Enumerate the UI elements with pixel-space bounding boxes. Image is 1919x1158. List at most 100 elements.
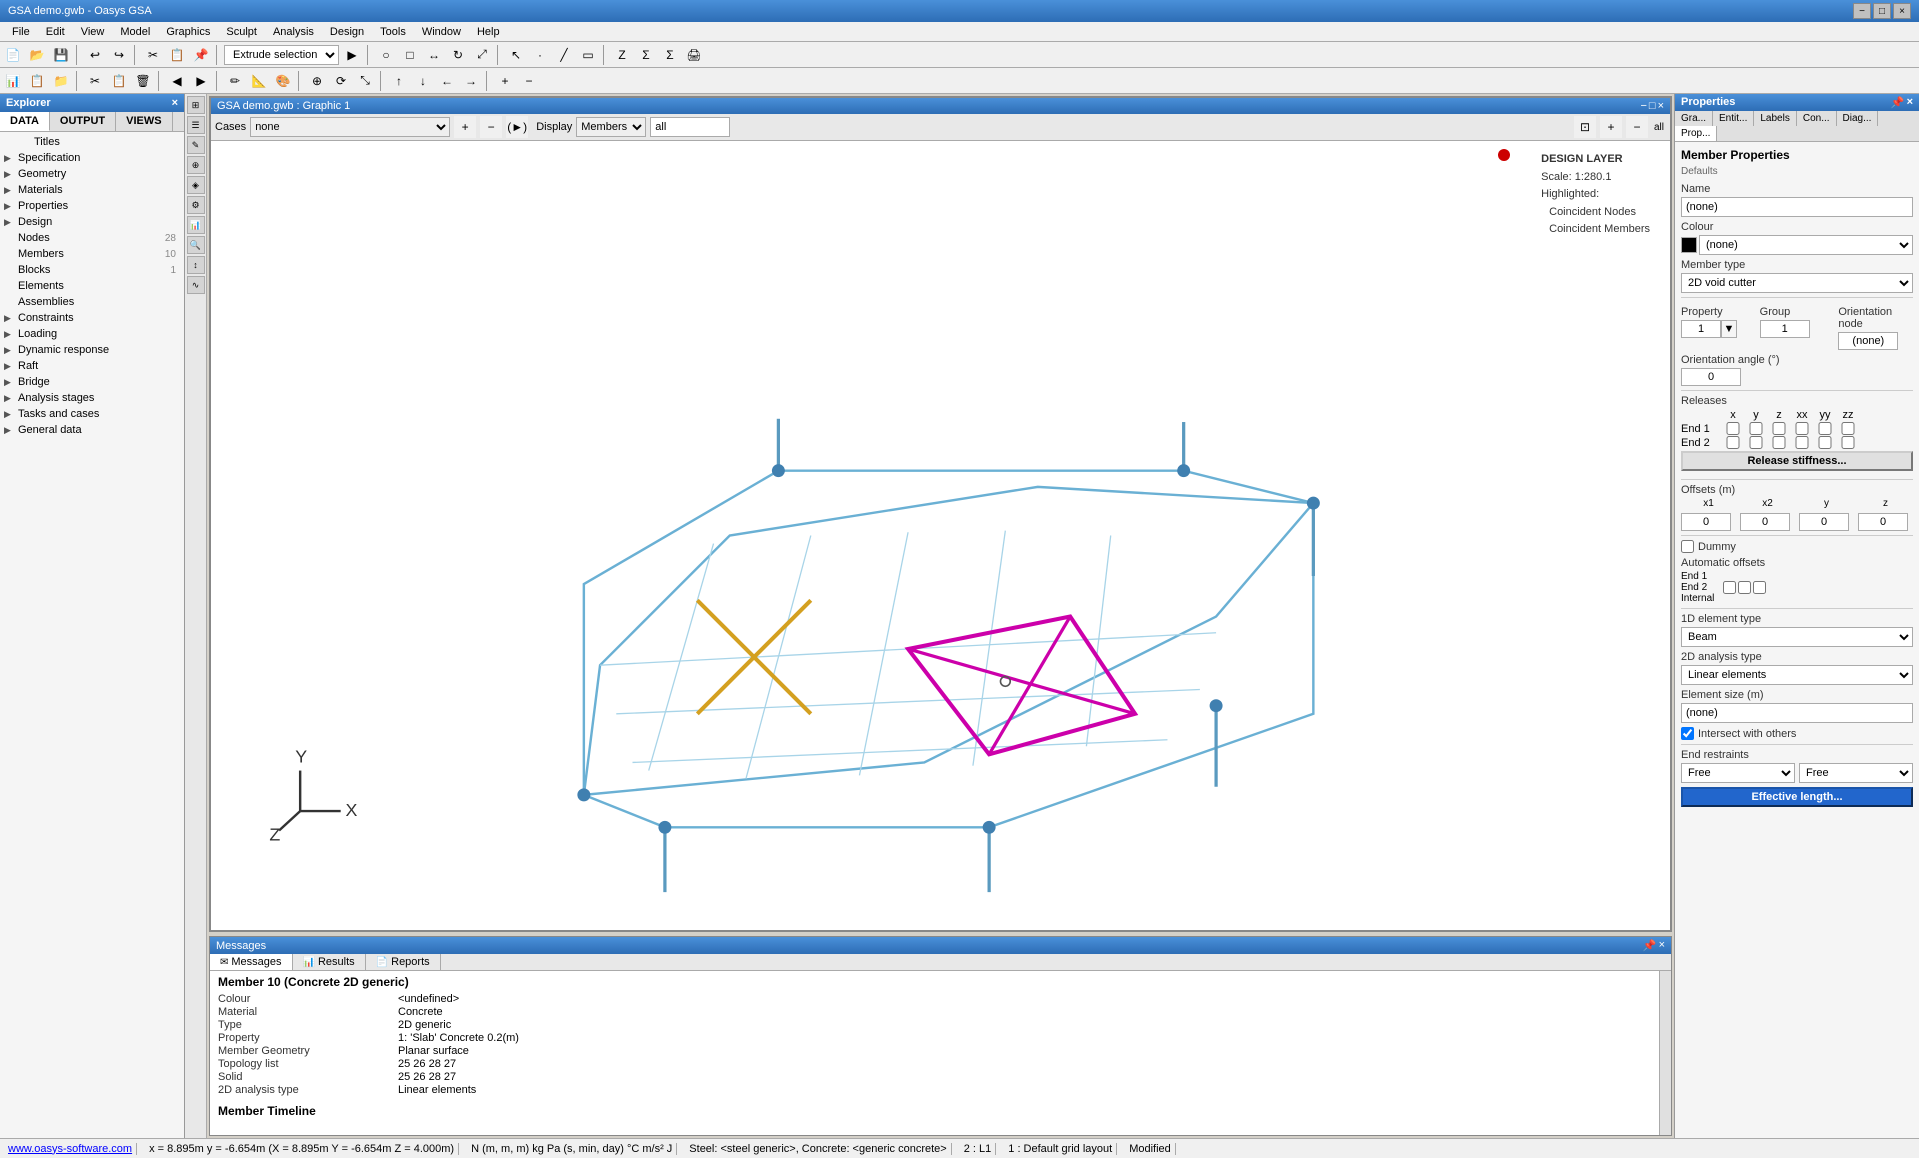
graphic-minimize-btn[interactable]: − [1640, 100, 1646, 112]
end-r2-select[interactable]: Free [1799, 763, 1913, 783]
tab-output[interactable]: OUTPUT [50, 112, 116, 131]
prop-pin-btn[interactable]: 📌 [1891, 96, 1905, 109]
menu-design[interactable]: Design [322, 24, 372, 40]
end2-y[interactable] [1745, 436, 1767, 449]
analysis2d-select[interactable]: Linear elements [1681, 665, 1913, 685]
property-input[interactable] [1681, 320, 1721, 338]
prop-tab-gra[interactable]: Gra... [1675, 111, 1713, 126]
end2-yy[interactable] [1814, 436, 1836, 449]
icon-panel-btn4[interactable]: ⊕ [187, 156, 205, 174]
website-link[interactable]: www.oasys-software.com [4, 1143, 137, 1155]
icon-panel-btn7[interactable]: 📊 [187, 216, 205, 234]
tree-raft[interactable]: ▶ Raft [0, 358, 184, 374]
offset-x1-input[interactable] [1681, 513, 1731, 531]
offset-y-input[interactable] [1799, 513, 1849, 531]
display-select[interactable]: Members [576, 117, 646, 137]
tb-xyz-btn[interactable]: Σ [635, 44, 657, 66]
group-input[interactable] [1760, 320, 1810, 338]
prop-tab-labels[interactable]: Labels [1754, 111, 1796, 126]
orientation-node-input[interactable] [1838, 332, 1898, 350]
menu-graphics[interactable]: Graphics [158, 24, 218, 40]
tb2-paint[interactable]: 🎨 [272, 70, 294, 92]
auto-end2[interactable] [1738, 581, 1751, 594]
member-type-select[interactable]: 2D void cutter [1681, 273, 1913, 293]
end2-xx[interactable] [1791, 436, 1813, 449]
property-dropdown-btn[interactable]: ▼ [1721, 320, 1737, 338]
tb2-arr-right[interactable]: ▶ [190, 70, 212, 92]
icon-panel-btn5[interactable]: ◈ [187, 176, 205, 194]
open-btn[interactable]: 📂 [26, 44, 48, 66]
tree-loading[interactable]: ▶ Loading [0, 326, 184, 342]
tree-members[interactable]: Members 10 [0, 246, 184, 262]
end2-x[interactable] [1722, 436, 1744, 449]
orient-angle-input[interactable] [1681, 368, 1741, 386]
icon-panel-btn1[interactable]: ⊞ [187, 96, 205, 114]
icon-panel-btn6[interactable]: ⚙ [187, 196, 205, 214]
tree-elements[interactable]: Elements [0, 278, 184, 294]
tb-area-btn[interactable]: ▭ [577, 44, 599, 66]
menu-model[interactable]: Model [112, 24, 158, 40]
menu-tools[interactable]: Tools [372, 24, 414, 40]
cut-btn[interactable]: ✂ [142, 44, 164, 66]
tb2-del[interactable]: 🗑 [132, 70, 154, 92]
tb2-pencil[interactable]: ✏ [224, 70, 246, 92]
auto-internal[interactable] [1753, 581, 1766, 594]
tb-sum-btn[interactable]: Σ [659, 44, 681, 66]
menu-view[interactable]: View [73, 24, 113, 40]
end1-xx[interactable] [1791, 422, 1813, 435]
tb-node-btn[interactable]: · [529, 44, 551, 66]
tree-bridge[interactable]: ▶ Bridge [0, 374, 184, 390]
close-btn[interactable]: × [1893, 3, 1911, 19]
paste-btn[interactable]: 📌 [190, 44, 212, 66]
icon-panel-btn10[interactable]: ∿ [187, 276, 205, 294]
tree-materials[interactable]: ▶ Materials [0, 182, 184, 198]
icon-panel-btn8[interactable]: 🔍 [187, 236, 205, 254]
tree-general-data[interactable]: ▶ General data [0, 422, 184, 438]
elem-size-input[interactable] [1681, 703, 1913, 723]
offset-z-input[interactable] [1858, 513, 1908, 531]
prop-close-btn[interactable]: × [1907, 96, 1913, 109]
end1-y[interactable] [1745, 422, 1767, 435]
dummy-checkbox[interactable] [1681, 540, 1694, 553]
prop-tab-con[interactable]: Con... [1797, 111, 1837, 126]
menu-edit[interactable]: Edit [38, 24, 73, 40]
cases-anim-btn[interactable]: (►) [506, 116, 528, 138]
elem-type-select[interactable]: Beam [1681, 627, 1913, 647]
offset-x2-input[interactable] [1740, 513, 1790, 531]
tb2-copy[interactable]: 📋 [108, 70, 130, 92]
undo-btn[interactable]: ↩ [84, 44, 106, 66]
messages-scrollbar[interactable] [1659, 971, 1671, 1135]
effective-length-btn[interactable]: Effective length... [1681, 787, 1913, 807]
tab-messages[interactable]: ✉ Messages [210, 954, 293, 970]
cases-select[interactable]: none [250, 117, 450, 137]
tb2-node-rotate[interactable]: ⟳ [330, 70, 352, 92]
extrude-dropdown[interactable]: Extrude selection [224, 45, 339, 65]
tb2-node-move[interactable]: ⊕ [306, 70, 328, 92]
tb-btn-scale[interactable]: ⤢ [471, 44, 493, 66]
tree-dynamic-response[interactable]: ▶ Dynamic response [0, 342, 184, 358]
menu-window[interactable]: Window [414, 24, 469, 40]
tree-blocks[interactable]: Blocks 1 [0, 262, 184, 278]
tree-assemblies[interactable]: Assemblies [0, 294, 184, 310]
menu-help[interactable]: Help [469, 24, 508, 40]
graphic-restore-btn[interactable]: □ [1649, 100, 1656, 112]
icon-panel-btn3[interactable]: ✎ [187, 136, 205, 154]
messages-close-btn[interactable]: × [1659, 939, 1665, 952]
cases-add-btn[interactable]: + [454, 116, 476, 138]
tb2-down[interactable]: ↓ [412, 70, 434, 92]
intersect-checkbox[interactable] [1681, 727, 1694, 740]
tree-tasks-cases[interactable]: ▶ Tasks and cases [0, 406, 184, 422]
end1-yy[interactable] [1814, 422, 1836, 435]
tb2-ruler[interactable]: 📐 [248, 70, 270, 92]
tb2-btn3[interactable]: 📁 [50, 70, 72, 92]
tb2-left[interactable]: ← [436, 70, 458, 92]
release-stiffness-btn[interactable]: Release stiffness... [1681, 451, 1913, 471]
icon-panel-btn2[interactable]: ☰ [187, 116, 205, 134]
end-r1-select[interactable]: Free [1681, 763, 1795, 783]
tree-analysis-stages[interactable]: ▶ Analysis stages [0, 390, 184, 406]
copy-btn[interactable]: 📋 [166, 44, 188, 66]
name-input[interactable] [1681, 197, 1913, 217]
colour-select[interactable]: (none) [1699, 235, 1913, 255]
explorer-close[interactable]: × [172, 97, 178, 109]
save-btn[interactable]: 💾 [50, 44, 72, 66]
